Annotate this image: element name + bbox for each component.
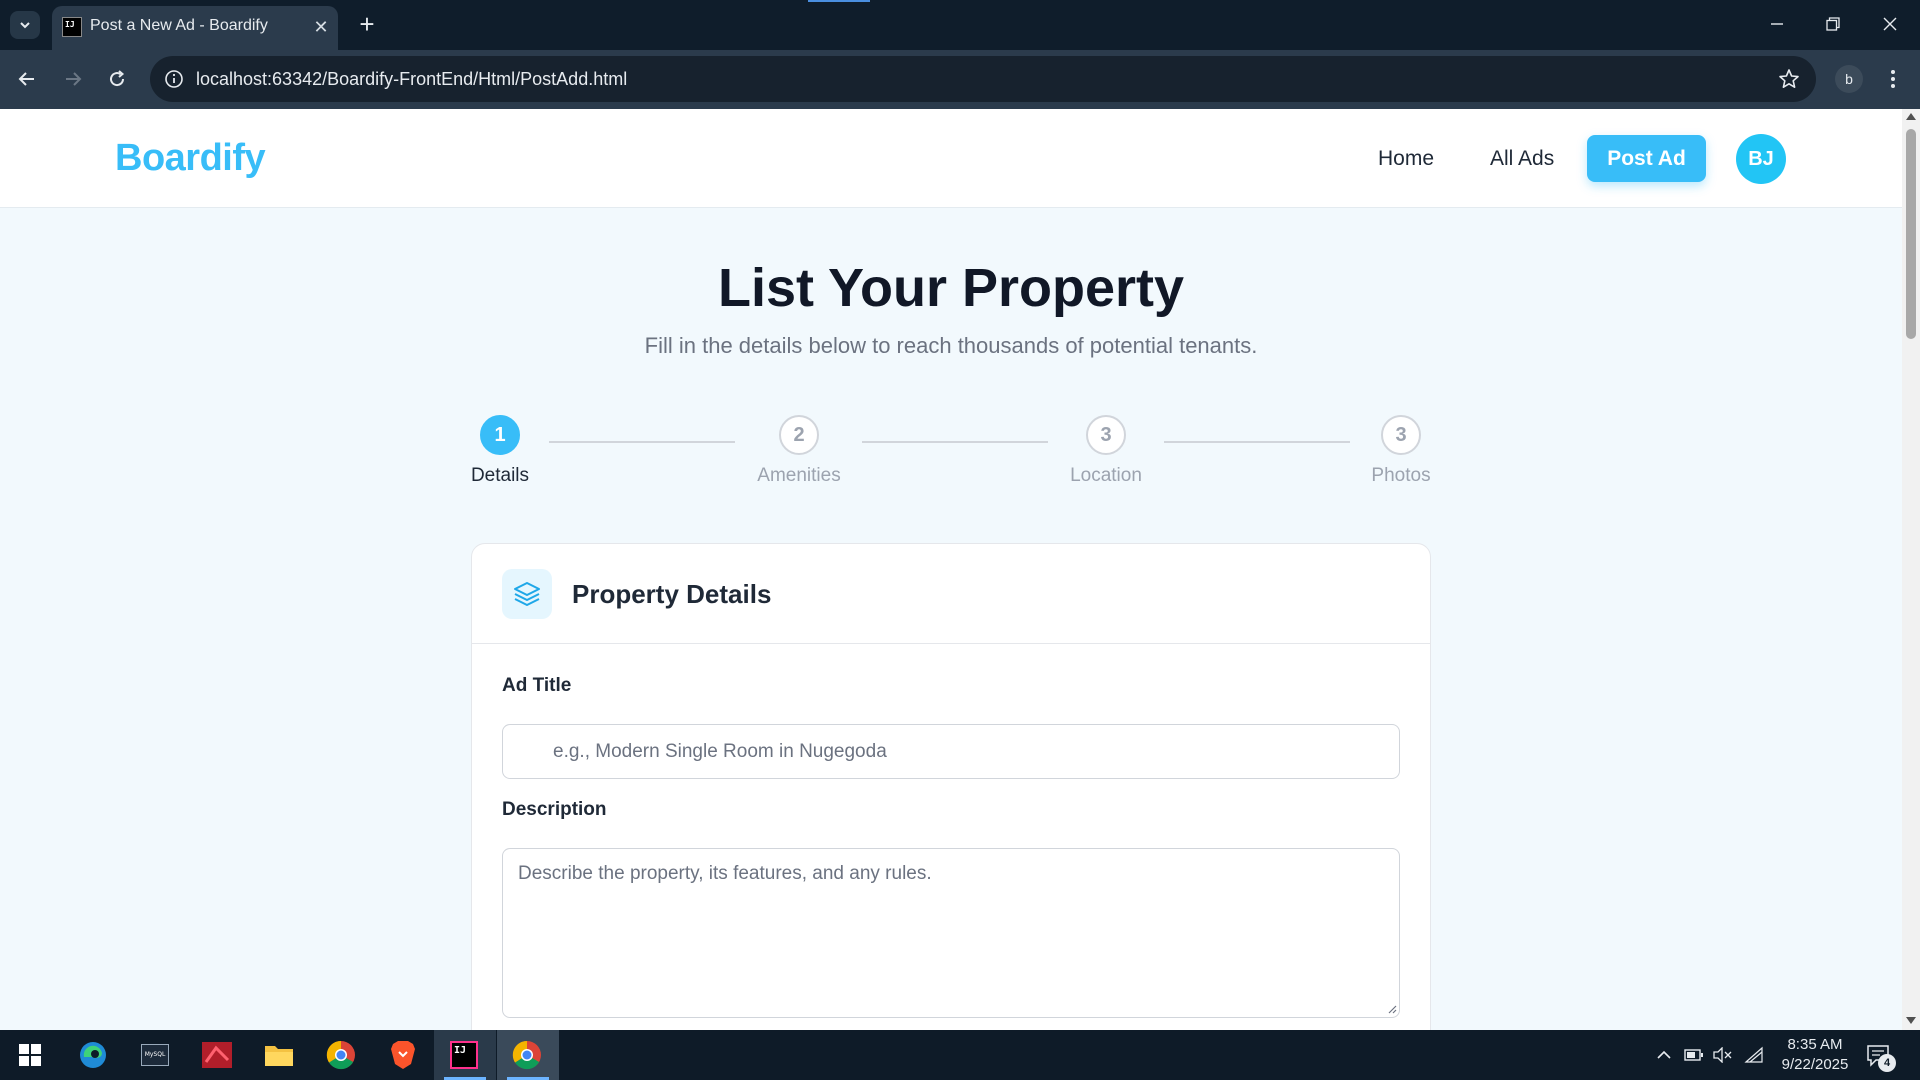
browser-menu-icon[interactable] bbox=[1880, 63, 1906, 95]
resize-handle-icon[interactable] bbox=[1387, 1004, 1397, 1014]
tray-overflow-chevron-icon[interactable] bbox=[1654, 1045, 1674, 1065]
step-number: 3 bbox=[1381, 415, 1421, 455]
intellij-favicon-icon: IJ bbox=[62, 17, 82, 37]
wifi-icon[interactable] bbox=[1744, 1045, 1764, 1065]
page-subtitle: Fill in the details below to reach thous… bbox=[644, 333, 1258, 358]
mysql-app-button[interactable]: MySQL bbox=[129, 1035, 181, 1075]
site-header: Boardify Home All Ads Post Ad BJ bbox=[0, 109, 1902, 208]
minimize-button[interactable] bbox=[1757, 8, 1797, 40]
start-button[interactable] bbox=[4, 1035, 56, 1075]
chrome-window-button[interactable] bbox=[497, 1030, 559, 1080]
step-label: Location bbox=[1070, 465, 1142, 486]
nav-link-home[interactable]: Home bbox=[1378, 147, 1434, 171]
tab-title: Post a New Ad - Boardify bbox=[90, 17, 268, 34]
layers-icon bbox=[502, 569, 552, 619]
rider-icon bbox=[202, 1042, 232, 1068]
close-icon bbox=[1883, 17, 1897, 31]
tab-search-button[interactable] bbox=[10, 11, 40, 39]
notification-count-badge: 4 bbox=[1878, 1054, 1896, 1072]
tab-strip-indicator bbox=[808, 0, 870, 2]
browser-tab-bar: IJ Post a New Ad - Boardify ✕ + bbox=[0, 0, 1920, 50]
ad-title-input[interactable] bbox=[502, 724, 1400, 779]
forward-button[interactable] bbox=[57, 63, 89, 95]
chevron-down-icon bbox=[20, 22, 30, 29]
step-label: Photos bbox=[1371, 465, 1431, 486]
brave-app-button[interactable] bbox=[377, 1035, 429, 1075]
stepper-connector bbox=[862, 441, 1048, 443]
reload-icon bbox=[110, 70, 125, 87]
mysql-icon: MySQL bbox=[141, 1044, 169, 1066]
battery-icon[interactable] bbox=[1684, 1045, 1704, 1065]
chrome-profile-icon bbox=[512, 1040, 541, 1070]
scroll-up-arrow-icon[interactable] bbox=[1906, 113, 1916, 120]
description-label: Description bbox=[502, 799, 607, 820]
property-details-card: Property Details Ad Title Description bbox=[471, 543, 1431, 1030]
reload-button[interactable] bbox=[101, 63, 133, 95]
browser-toolbar: localhost:63342/Boardify-FrontEnd/Html/P… bbox=[0, 50, 1920, 109]
folder-icon bbox=[265, 1046, 293, 1066]
stepper-connector bbox=[1164, 441, 1350, 443]
site-logo[interactable]: Boardify bbox=[115, 137, 266, 180]
scrollbar-thumb[interactable] bbox=[1906, 129, 1916, 339]
step-label: Amenities bbox=[757, 465, 841, 486]
card-title: Property Details bbox=[572, 579, 772, 609]
edge-app-button[interactable] bbox=[67, 1035, 119, 1075]
edge-icon bbox=[80, 1042, 106, 1068]
post-ad-button[interactable]: Post Ad bbox=[1587, 135, 1706, 182]
address-bar-url: localhost:63342/Boardify-FrontEnd/Html/P… bbox=[196, 69, 628, 89]
step-location[interactable]: 3 Location bbox=[1046, 415, 1166, 487]
step-details[interactable]: 1 Details bbox=[440, 415, 560, 487]
rider-app-button[interactable] bbox=[191, 1035, 243, 1075]
site-info-icon[interactable] bbox=[162, 67, 186, 91]
intellij-icon: IJ bbox=[450, 1041, 478, 1069]
close-tab-icon[interactable]: ✕ bbox=[310, 16, 332, 38]
chrome-icon bbox=[326, 1040, 355, 1070]
bookmark-star-icon[interactable] bbox=[1776, 66, 1802, 92]
restore-button[interactable] bbox=[1813, 8, 1853, 40]
ad-title-label: Ad Title bbox=[502, 675, 572, 696]
brave-icon bbox=[391, 1041, 415, 1069]
arrow-left-icon bbox=[18, 72, 34, 86]
taskbar-clock[interactable]: 8:35 AM 9/22/2025 bbox=[1770, 1035, 1860, 1075]
restore-icon bbox=[1826, 17, 1840, 31]
step-photos[interactable]: 3 Photos bbox=[1341, 415, 1461, 487]
minimize-icon bbox=[1771, 23, 1783, 25]
step-number: 2 bbox=[779, 415, 819, 455]
close-window-button[interactable] bbox=[1870, 8, 1910, 40]
page-viewport: Boardify Home All Ads Post Ad BJ List Yo… bbox=[0, 109, 1902, 1030]
user-avatar[interactable]: BJ bbox=[1736, 134, 1786, 184]
step-number: 3 bbox=[1086, 415, 1126, 455]
stepper-connector bbox=[549, 441, 735, 443]
clock-time: 8:35 AM bbox=[1787, 1036, 1843, 1053]
new-tab-button[interactable]: + bbox=[352, 9, 382, 39]
back-button[interactable] bbox=[11, 63, 43, 95]
file-explorer-button[interactable] bbox=[253, 1035, 305, 1075]
windows-logo-icon bbox=[19, 1044, 41, 1066]
page-title: List Your Property bbox=[717, 258, 1185, 318]
clock-date: 9/22/2025 bbox=[1781, 1056, 1849, 1073]
nav-link-all-ads[interactable]: All Ads bbox=[1490, 147, 1554, 171]
intellij-app-button[interactable]: IJ bbox=[434, 1030, 496, 1080]
address-bar[interactable]: localhost:63342/Boardify-FrontEnd/Html/P… bbox=[150, 56, 1816, 102]
description-textarea[interactable] bbox=[502, 848, 1400, 1018]
scroll-down-arrow-icon[interactable] bbox=[1906, 1017, 1916, 1024]
chrome-app-button[interactable] bbox=[315, 1035, 367, 1075]
page-scrollbar[interactable] bbox=[1902, 109, 1920, 1030]
step-label: Details bbox=[470, 465, 530, 486]
card-header: Property Details bbox=[472, 544, 1430, 644]
volume-muted-icon[interactable] bbox=[1712, 1045, 1732, 1065]
windows-taskbar: MySQL IJ 8:35 AM 9/22/2025 4 bbox=[0, 1030, 1920, 1080]
arrow-right-icon bbox=[66, 72, 82, 86]
step-amenities[interactable]: 2 Amenities bbox=[739, 415, 859, 487]
step-number: 1 bbox=[480, 415, 520, 455]
browser-tab-active[interactable]: IJ Post a New Ad - Boardify ✕ bbox=[52, 6, 338, 50]
browser-profile-avatar[interactable]: b bbox=[1835, 65, 1863, 93]
